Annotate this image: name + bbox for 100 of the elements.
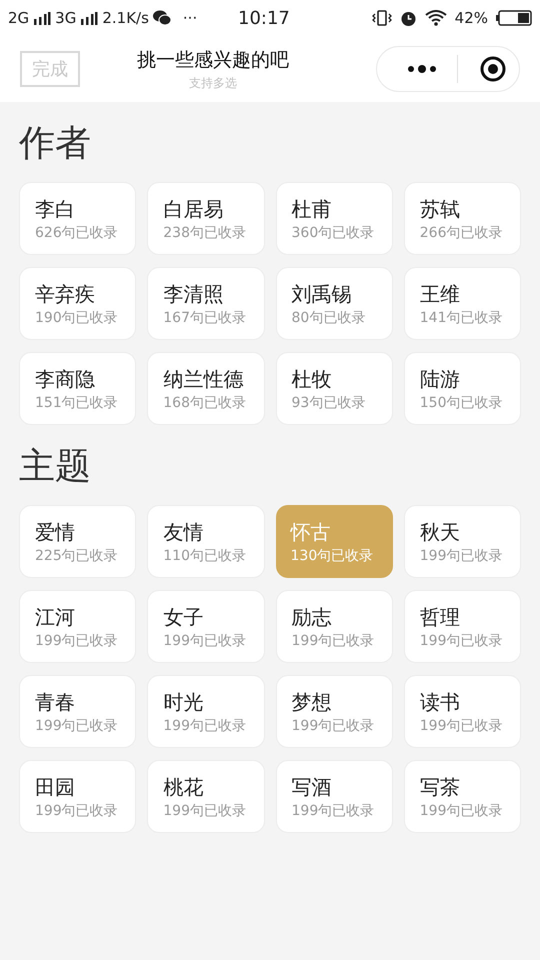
card-name: 杜牧 bbox=[292, 366, 332, 392]
card-count: 130句已收录 bbox=[290, 546, 374, 566]
card-name: 读书 bbox=[420, 688, 461, 716]
battery-icon bbox=[496, 10, 532, 26]
time-label: 10:17 bbox=[238, 6, 291, 30]
card-count: 199句已收录 bbox=[292, 802, 376, 820]
card-name: 江河 bbox=[35, 604, 76, 630]
card-count: 80句已收录 bbox=[292, 308, 366, 328]
card-name: 李白 bbox=[35, 196, 76, 222]
more-label: ··· bbox=[182, 8, 198, 29]
card-count: 150句已收录 bbox=[420, 394, 504, 412]
wifi-icon bbox=[424, 10, 447, 26]
card-count: 167句已收录 bbox=[163, 308, 247, 328]
alarm-icon bbox=[400, 10, 417, 26]
card-count: 141句已收录 bbox=[420, 308, 504, 328]
card-name: 李商隐 bbox=[35, 366, 96, 392]
topic-card[interactable]: 辛弃疾 190句已收录 bbox=[19, 267, 136, 340]
card-count: 199句已收录 bbox=[163, 802, 247, 820]
topic-card[interactable]: 爱情 225句已收录 bbox=[19, 505, 136, 578]
more-icon[interactable] bbox=[407, 65, 437, 73]
card-count: 199句已收录 bbox=[35, 632, 119, 650]
topic-card[interactable]: 李白 626句已收录 bbox=[19, 182, 136, 255]
card-name: 纳兰性德 bbox=[163, 366, 244, 392]
topic-card[interactable]: 陆游 150句已收录 bbox=[404, 352, 521, 425]
topic-card[interactable]: 桃花 199句已收录 bbox=[147, 760, 264, 833]
card-name: 写茶 bbox=[420, 774, 461, 800]
card-count: 199句已收录 bbox=[420, 716, 504, 736]
network-label: 3G bbox=[55, 8, 76, 29]
card-name: 怀古 bbox=[290, 518, 332, 546]
topic-card[interactable]: 白居易 238句已收录 bbox=[147, 182, 264, 255]
card-name: 李清照 bbox=[163, 280, 224, 308]
card-count: 151句已收录 bbox=[35, 394, 119, 412]
card-count: 199句已收录 bbox=[292, 632, 376, 650]
card-count: 360句已收录 bbox=[292, 224, 376, 242]
card-name: 写酒 bbox=[292, 774, 332, 800]
topic-card[interactable]: 友情 110句已收录 bbox=[147, 505, 264, 578]
card-name: 梦想 bbox=[292, 688, 332, 716]
card-count: 199句已收录 bbox=[163, 632, 247, 650]
topic-card[interactable]: 秋天 199句已收录 bbox=[404, 505, 521, 578]
card-name: 白居易 bbox=[163, 196, 224, 222]
card-count: 190句已收录 bbox=[35, 308, 119, 328]
topic-card[interactable]: 李商隐 151句已收录 bbox=[19, 352, 136, 425]
topic-card[interactable]: 苏轼 266句已收录 bbox=[404, 182, 521, 255]
topic-card[interactable]: 励志 199句已收录 bbox=[276, 590, 393, 663]
card-name: 桃花 bbox=[163, 774, 204, 800]
card-name: 苏轼 bbox=[420, 196, 461, 222]
card-name: 时光 bbox=[163, 688, 204, 716]
topic-card[interactable]: 青春 199句已收录 bbox=[19, 675, 136, 748]
card-count: 199句已收录 bbox=[420, 632, 504, 650]
page-title: 挑一些感兴趣的吧 bbox=[137, 48, 289, 73]
topic-card[interactable]: 杜甫 360句已收录 bbox=[276, 182, 393, 255]
chat-bubbles-icon bbox=[152, 10, 171, 26]
card-count: 93句已收录 bbox=[292, 394, 366, 412]
topic-card[interactable]: 读书 199句已收录 bbox=[404, 675, 521, 748]
card-name: 杜甫 bbox=[292, 196, 332, 222]
topic-card[interactable]: 王维 141句已收录 bbox=[404, 267, 521, 340]
card-name: 女子 bbox=[163, 604, 204, 630]
card-count: 199句已收录 bbox=[35, 802, 119, 820]
topic-card[interactable]: 时光 199句已收录 bbox=[147, 675, 264, 748]
topic-card[interactable]: 哲理 199句已收录 bbox=[404, 590, 521, 663]
card-count: 168句已收录 bbox=[163, 394, 247, 412]
card-name: 励志 bbox=[292, 604, 332, 630]
card-count: 199句已收录 bbox=[35, 716, 119, 736]
vibrate-icon bbox=[372, 10, 392, 26]
topic-card[interactable]: 梦想 199句已收录 bbox=[276, 675, 393, 748]
card-name: 秋天 bbox=[420, 518, 461, 546]
topic-card[interactable]: 刘禹锡 80句已收录 bbox=[276, 267, 393, 340]
topic-card[interactable]: 写茶 199句已收录 bbox=[404, 760, 521, 833]
card-count: 626句已收录 bbox=[35, 224, 119, 242]
topic-card[interactable]: 纳兰性德 168句已收录 bbox=[147, 352, 264, 425]
card-name: 辛弃疾 bbox=[35, 280, 96, 308]
card-name: 爱情 bbox=[35, 518, 76, 546]
topic-card[interactable]: 李清照 167句已收录 bbox=[147, 267, 264, 340]
card-count: 238句已收录 bbox=[163, 224, 247, 242]
card-name: 刘禹锡 bbox=[292, 280, 352, 308]
card-count: 266句已收录 bbox=[420, 224, 504, 242]
card-name: 王维 bbox=[420, 280, 461, 308]
card-count: 225句已收录 bbox=[35, 546, 119, 566]
topic-card[interactable]: 女子 199句已收录 bbox=[147, 590, 264, 663]
card-name: 友情 bbox=[163, 518, 204, 546]
card-count: 199句已收录 bbox=[420, 802, 504, 820]
card-count: 199句已收录 bbox=[420, 546, 504, 566]
card-count: 110句已收录 bbox=[163, 546, 247, 566]
card-count: 199句已收录 bbox=[292, 716, 376, 736]
signal-icon bbox=[80, 12, 98, 24]
battery-label: 42% bbox=[454, 8, 488, 29]
card-name: 哲理 bbox=[420, 604, 461, 630]
section-heading: 主题 bbox=[19, 445, 92, 489]
topic-card[interactable]: 杜牧 93句已收录 bbox=[276, 352, 393, 425]
topic-card[interactable]: 写酒 199句已收录 bbox=[276, 760, 393, 833]
speed-label: 2.1K/s bbox=[102, 8, 149, 29]
card-count: 199句已收录 bbox=[163, 716, 247, 736]
topic-card[interactable]: 江河 199句已收录 bbox=[19, 590, 136, 663]
section-heading: 作者 bbox=[19, 122, 92, 166]
signal-icon bbox=[33, 12, 52, 24]
card-name: 青春 bbox=[35, 688, 76, 716]
network-label: 2G bbox=[8, 8, 30, 29]
page-subtitle: 支持多选 bbox=[189, 75, 237, 92]
card-name: 田园 bbox=[35, 774, 76, 800]
topic-card[interactable]: 田园 199句已收录 bbox=[19, 760, 136, 833]
